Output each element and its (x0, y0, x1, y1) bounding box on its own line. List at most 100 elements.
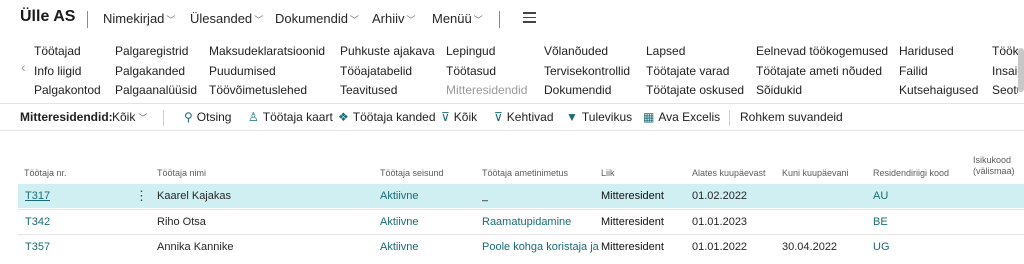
link-puhkuste-ajakava[interactable]: Puhkuste ajakava (340, 42, 435, 62)
employee-entries-label: Töötaja kanded (352, 110, 436, 124)
employee-status: Aktiivne (380, 241, 419, 253)
employee-card-label: Töötaja kaart (262, 110, 333, 124)
hamburger-icon[interactable] (523, 12, 536, 24)
menu-nimekirjad[interactable]: Nimekirjad ﹀ (103, 11, 175, 26)
link-column: Tööke Insaid Seotu (992, 42, 1018, 101)
employee-name: Kaarel Kajakas (157, 190, 231, 202)
filter-all-button[interactable]: ⊽ Kõik (441, 110, 477, 124)
search-label: Otsing (196, 110, 232, 124)
open-in-excel-button[interactable]: ▦ Ava Excelis (643, 110, 720, 124)
employee-entries-button[interactable]: ❖ Töötaja kanded (338, 110, 436, 124)
link-maksudeklaratsioonid[interactable]: Maksudeklaratsioonid (209, 42, 325, 62)
menu-ulesanded[interactable]: Ülesanded ﹀ (190, 11, 263, 26)
link-info-liigid[interactable]: Info liigid (34, 62, 101, 82)
link-column: Eelnevad töökogemused Töötajate ameti nõ… (756, 42, 888, 101)
filter-valid-button[interactable]: ⊽ Kehtivad (494, 110, 554, 124)
filter-dropdown[interactable]: Kõik ﹀ (112, 110, 147, 124)
column-header-from-date[interactable]: Alates kuupäevast (692, 168, 766, 179)
menu-arhiiv[interactable]: Arhiiv ﹀ (372, 11, 416, 26)
link-lapsed[interactable]: Lapsed (646, 42, 744, 62)
chevron-down-icon: ﹀ (406, 15, 416, 25)
link-tootasud[interactable]: Töötasud (446, 62, 527, 82)
scrollbar[interactable] (1018, 48, 1024, 92)
navigation-links: Töötajad Info liigid Palgakontod Palgare… (0, 36, 1024, 102)
link-palgaanaluusid[interactable]: Palgaanalüüsid (115, 81, 197, 101)
chevron-down-icon: ﹀ (350, 15, 360, 25)
page-title: Mitteresidendid: (20, 110, 113, 124)
link-mitteresidendid[interactable]: Mitteresidendid (446, 81, 527, 101)
column-header-job-title[interactable]: Töötaja ametinimetus (482, 168, 568, 179)
menu-label: Nimekirjad (103, 11, 165, 26)
menu-menuu[interactable]: Menüü ﹀ (432, 11, 483, 26)
link-lepingud[interactable]: Lepingud (446, 42, 527, 62)
employee-name: Annika Kannike (157, 241, 234, 253)
search-button[interactable]: ⚲ Otsing (184, 110, 231, 124)
employee-job-title: Poole kohga koristaja ja... (482, 241, 599, 253)
divider (87, 11, 88, 28)
column-header-status[interactable]: Töötaja seisund (380, 168, 444, 179)
employee-name: Riho Otsa (157, 216, 206, 228)
from-date: 01.01.2022 (692, 241, 748, 253)
link-kutsehaigused[interactable]: Kutsehaigused (899, 81, 978, 101)
link-tervisekontrollid[interactable]: Tervisekontrollid (544, 62, 630, 82)
link-soidukid[interactable]: Sõidukid (756, 81, 888, 101)
employee-number-link[interactable]: T342 (25, 216, 50, 228)
link-puudumised[interactable]: Puudumised (209, 62, 325, 82)
employee-number-link[interactable]: T317 (25, 190, 50, 202)
link-seotu[interactable]: Seotu (992, 81, 1018, 101)
link-column: Töötajad Info liigid Palgakontod (34, 42, 101, 101)
link-dokumendid[interactable]: Dokumendid (544, 81, 630, 101)
link-tootajate-oskused[interactable]: Töötajate oskused (646, 81, 744, 101)
link-column: Lepingud Töötasud Mitteresidendid (446, 42, 527, 101)
employee-number-link[interactable]: T357 (25, 241, 50, 253)
employee-job-title: Raamatupidamine (482, 216, 572, 228)
menu-label: Menüü (432, 11, 472, 26)
link-column: Võlanõuded Tervisekontrollid Dokumendid (544, 42, 630, 101)
table-row[interactable]: T357 Annika Kannike Aktiivne Poole kohga… (18, 234, 1024, 258)
employee-type: Mitteresident (601, 241, 664, 253)
link-palgaregistrid[interactable]: Palgaregistrid (115, 42, 197, 62)
excel-icon: ▦ (643, 110, 655, 124)
filter-future-button[interactable]: ▼ Tulevikus (566, 110, 632, 124)
table-row[interactable]: T317 ⋮ Kaarel Kajakas Aktiivne _ Mittere… (18, 184, 1024, 208)
column-header-country-code[interactable]: Residendiriigi kood (873, 168, 949, 179)
company-name[interactable]: Ülle AS (20, 8, 75, 26)
column-header-foreign-id[interactable]: Isikukood (välismaa) (973, 155, 1021, 177)
link-haridused[interactable]: Haridused (899, 42, 978, 62)
chevron-down-icon: ﹀ (138, 113, 148, 123)
column-header-name[interactable]: Töötaja nimi (157, 168, 206, 179)
chevron-down-icon: ﹀ (473, 15, 483, 25)
link-teavitused[interactable]: Teavitused (340, 81, 435, 101)
column-header-nr[interactable]: Töötaja nr. (24, 168, 67, 179)
country-code: AU (873, 190, 889, 202)
filter-future-label: Tulevikus (581, 110, 633, 124)
table-header: Töötaja nr. Töötaja nimi Töötaja seisund… (0, 150, 1024, 180)
column-header-type[interactable]: Liik (601, 168, 615, 179)
link-tootajad[interactable]: Töötajad (34, 42, 101, 62)
person-icon: ♙ (248, 110, 259, 124)
to-date: 30.04.2022 (782, 241, 838, 253)
column-header-to-date[interactable]: Kuni kuupäevani (782, 168, 849, 179)
from-date: 01.01.2023 (692, 216, 748, 228)
link-tooajatabelid[interactable]: Tööajatabelid (340, 62, 435, 82)
link-palgakontod[interactable]: Palgakontod (34, 81, 101, 101)
link-tooke[interactable]: Tööke (992, 42, 1018, 62)
menu-dokumendid[interactable]: Dokumendid ﹀ (275, 11, 359, 26)
country-code: BE (873, 216, 888, 228)
employee-card-button[interactable]: ♙ Töötaja kaart (248, 110, 333, 124)
link-eelnevad-tookogemused[interactable]: Eelnevad töökogemused (756, 42, 888, 62)
chevron-left-icon[interactable]: ‹ (21, 59, 26, 75)
link-failid[interactable]: Failid (899, 62, 978, 82)
link-tootajate-ameti-nouded[interactable]: Töötajate ameti nõuded (756, 62, 888, 82)
more-options-button[interactable]: Rohkem suvandeid (740, 110, 843, 124)
link-palgakanded[interactable]: Palgakanded (115, 62, 197, 82)
link-tootajate-varad[interactable]: Töötajate varad (646, 62, 744, 82)
open-in-excel-label: Ava Excelis (658, 110, 721, 124)
row-menu-icon[interactable]: ⋮ (135, 188, 148, 204)
link-volanouded[interactable]: Võlanõuded (544, 42, 630, 62)
table-row[interactable]: T342 Riho Otsa Aktiivne Raamatupidamine … (18, 209, 1024, 233)
link-insaid[interactable]: Insaid (992, 62, 1018, 82)
link-toovoimetuslehed[interactable]: Töövõimetuslehed (209, 81, 325, 101)
employee-status: Aktiivne (380, 216, 419, 228)
filter-icon: ▼ (566, 110, 578, 124)
